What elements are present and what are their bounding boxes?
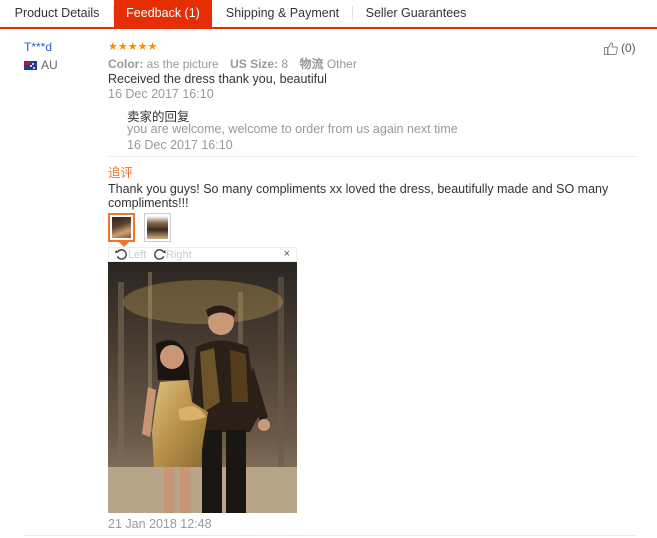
thumbs-up-icon [604, 41, 618, 55]
rotate-right-button[interactable]: Right [153, 248, 192, 261]
additional-feedback-text: Thank you guys! So many compliments xx l… [108, 182, 609, 210]
rating-stars: ★★★★★ [108, 41, 158, 53]
tab-seller-guarantees[interactable]: Seller Guarantees [353, 0, 479, 27]
additional-feedback-date: 21 Jan 2018 12:48 [108, 517, 212, 531]
feedback-text: Received the dress thank you, beautiful [108, 72, 327, 86]
buyer-country-code: AU [41, 58, 58, 72]
photo-thumbnails [108, 213, 171, 247]
helpful-count: (0) [621, 41, 636, 55]
tab-product-details[interactable]: Product Details [0, 0, 114, 27]
color-value: as the picture [146, 57, 219, 71]
buyer-country: AU [24, 58, 58, 72]
size-label: US Size: [230, 57, 279, 71]
color-label: Color: [108, 57, 144, 71]
tab-shipping-payment[interactable]: Shipping & Payment [212, 0, 353, 27]
feedback-date: 16 Dec 2017 16:10 [108, 87, 214, 101]
divider [108, 156, 637, 157]
photo-thumbnail[interactable] [144, 213, 171, 242]
additional-feedback-label: 追评 [108, 165, 134, 180]
rotate-right-label: Right [166, 248, 192, 261]
rotate-left-label: Left [128, 248, 147, 261]
seller-reply-date: 16 Dec 2017 16:10 [127, 138, 233, 152]
divider [24, 535, 637, 536]
rotate-left-icon [115, 249, 127, 260]
rotate-left-button[interactable]: Left [115, 248, 146, 261]
logistics-value: Other [326, 57, 357, 71]
rotate-right-icon [154, 249, 166, 260]
size-value: 8 [281, 57, 289, 71]
review-photo [108, 262, 297, 513]
photo-thumbnail[interactable] [108, 213, 135, 247]
photo-viewer-toolbar: Left Right × [108, 247, 297, 262]
tab-bar: Product Details Feedback (1) Shipping & … [0, 0, 657, 29]
logistics-label: 物流 [299, 57, 324, 71]
close-photo-button[interactable]: × [284, 248, 290, 260]
seller-reply-text: you are welcome, welcome to order from u… [127, 122, 458, 136]
australia-flag-icon [24, 60, 37, 70]
helpful-button[interactable]: (0) [604, 41, 636, 55]
tab-feedback[interactable]: Feedback (1) [114, 0, 212, 27]
order-attributes: Color: as the picture US Size: 8 物流 Othe… [108, 55, 357, 72]
buyer-name: T***d [24, 40, 53, 54]
review-photo-image [108, 262, 297, 513]
